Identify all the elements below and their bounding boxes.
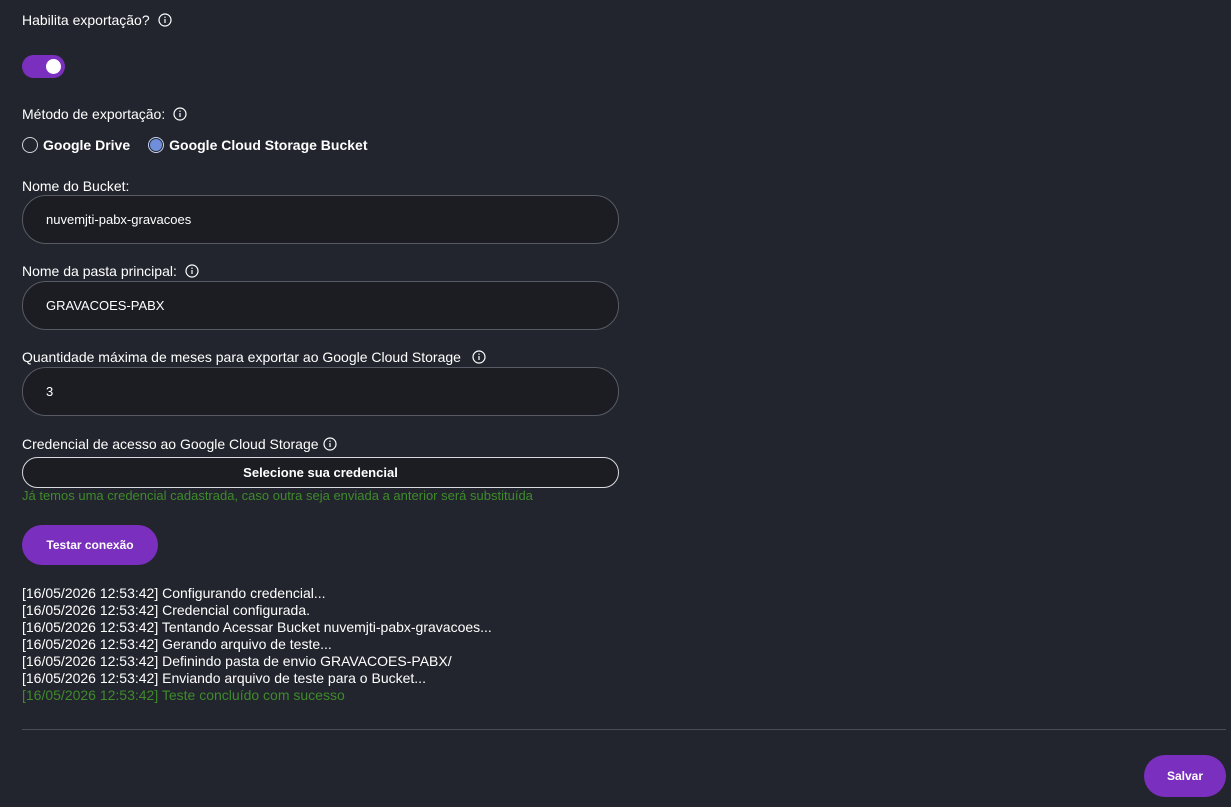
info-icon[interactable] <box>158 13 172 27</box>
divider <box>22 729 1226 730</box>
log-line: [16/05/2026 12:53:42] Teste concluído co… <box>22 687 345 703</box>
max-months-label: Quantidade máxima de meses para exportar… <box>22 349 461 365</box>
info-icon[interactable] <box>173 107 187 121</box>
max-months-label-row: Quantidade máxima de meses para exportar… <box>22 349 486 365</box>
info-icon[interactable] <box>472 350 486 364</box>
select-credential-button[interactable]: Selecione sua credencial <box>22 457 619 488</box>
toggle-knob <box>46 59 61 74</box>
log-line: [16/05/2026 12:53:42] Tentando Acessar B… <box>22 619 492 635</box>
info-icon[interactable] <box>322 437 337 451</box>
test-connection-button[interactable]: Testar conexão <box>22 525 158 565</box>
export-enable-label: Habilita exportação? <box>22 12 150 28</box>
radio-checked-icon <box>148 137 165 153</box>
folder-name-input[interactable] <box>22 281 619 330</box>
radio-google-drive[interactable]: Google Drive <box>22 137 130 153</box>
log-line: [16/05/2026 12:53:42] Enviando arquivo d… <box>22 670 426 686</box>
log-line: [16/05/2026 12:53:42] Definindo pasta de… <box>22 653 452 669</box>
credential-label: Credencial de acesso ao Google Cloud Sto… <box>22 436 319 452</box>
folder-name-label-row: Nome da pasta principal: <box>22 263 199 279</box>
credential-hint: Já temos uma credencial cadastrada, caso… <box>22 488 533 503</box>
log-line: [16/05/2026 12:53:42] Configurando crede… <box>22 585 326 601</box>
radio-gcs-bucket[interactable]: Google Cloud Storage Bucket <box>148 137 368 153</box>
folder-name-label: Nome da pasta principal: <box>22 263 177 279</box>
save-button[interactable]: Salvar <box>1144 755 1226 797</box>
export-enable-toggle[interactable] <box>22 55 65 78</box>
bucket-name-label: Nome do Bucket: <box>22 178 130 194</box>
radio-unchecked-icon <box>22 137 38 153</box>
bucket-name-label-row: Nome do Bucket: <box>22 178 129 194</box>
log-line: [16/05/2026 12:53:42] Credencial configu… <box>22 602 310 618</box>
export-method-label-row: Método de exportação: <box>22 106 187 122</box>
export-method-label: Método de exportação: <box>22 106 166 122</box>
radio-label: Google Cloud Storage Bucket <box>169 137 368 153</box>
info-icon[interactable] <box>185 264 199 278</box>
bucket-name-input[interactable] <box>22 195 619 244</box>
max-months-input[interactable] <box>22 367 619 416</box>
export-settings-page: Habilita exportação? Método de exportaçã… <box>0 0 1231 807</box>
export-enable-label-row: Habilita exportação? <box>22 12 172 28</box>
credential-label-row: Credencial de acesso ao Google Cloud Sto… <box>22 436 337 452</box>
export-method-radio-group: Google Drive Google Cloud Storage Bucket <box>22 137 386 153</box>
log-line: [16/05/2026 12:53:42] Gerando arquivo de… <box>22 636 332 652</box>
connection-log: [16/05/2026 12:53:42] Configurando crede… <box>22 585 492 704</box>
radio-label: Google Drive <box>43 137 131 153</box>
